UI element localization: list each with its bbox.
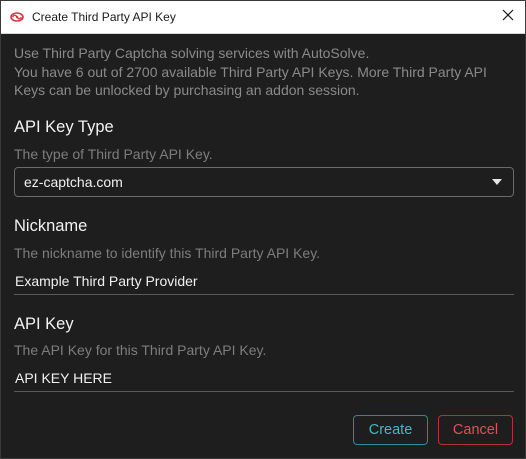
dialog-window: Create Third Party API Key Use Third Par…: [0, 0, 526, 459]
api-key-type-selected-value: ez-captcha.com: [24, 174, 123, 190]
api-key-input[interactable]: [14, 364, 514, 392]
title-bar: Create Third Party API Key: [1, 1, 525, 34]
dialog-content: Use Third Party Captcha solving services…: [14, 34, 514, 445]
close-icon: [502, 8, 514, 26]
window-title: Create Third Party API Key: [32, 10, 176, 24]
description-line: Use Third Party Captcha solving services…: [14, 45, 370, 61]
close-button[interactable]: [491, 1, 525, 33]
nickname-label: Nickname: [14, 217, 88, 235]
api-key-type-select[interactable]: ez-captcha.com: [14, 167, 514, 197]
api-key-label: API Key: [14, 315, 74, 333]
description-line: You have 6 out of 2700 available Third P…: [14, 63, 487, 80]
api-key-hint: The API Key for this Third Party API Key…: [14, 342, 267, 358]
api-key-type-hint: The type of Third Party API Key.: [14, 146, 213, 162]
autosolve-logo-icon: [10, 10, 24, 24]
api-key-type-label: API Key Type: [14, 118, 114, 136]
description-line: Keys can be unlocked by purchasing an ad…: [14, 82, 360, 98]
cancel-button[interactable]: Cancel: [438, 415, 513, 445]
nickname-hint: The nickname to identify this Third Part…: [14, 245, 321, 261]
dialog-description: Use Third Party Captcha solving services…: [14, 44, 514, 100]
chevron-down-icon: [492, 179, 502, 185]
nickname-input[interactable]: [14, 267, 514, 295]
create-button[interactable]: Create: [353, 415, 428, 445]
